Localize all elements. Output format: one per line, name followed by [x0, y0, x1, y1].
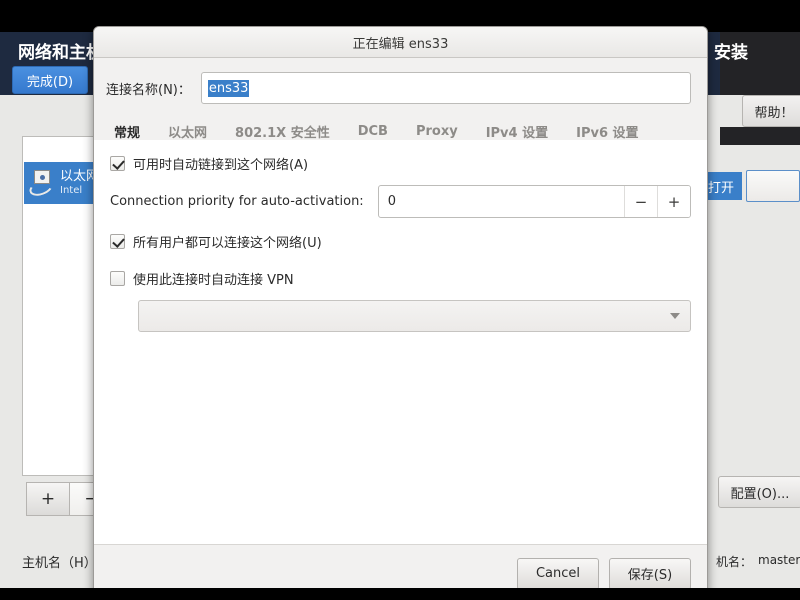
background-window-title: 网络和主机 — [18, 43, 103, 63]
connection-priority-row: Connection priority for auto-activation:… — [110, 185, 691, 218]
current-hostname-value: master — [758, 553, 800, 567]
dialog-titlebar: 正在编辑 ens33 — [94, 27, 707, 58]
connection-priority-value[interactable]: 0 — [379, 186, 624, 217]
connection-name-input[interactable]: ens33 — [200, 72, 691, 104]
screen: 网络和主机 完成(D) 安装 帮助！ 打开 以太网 Intel + − 主机名（… — [0, 0, 800, 600]
general-tab-panel: 可用时自动链接到这个网络(A) Connection priority for … — [94, 140, 707, 544]
vpn-label: 使用此连接时自动连接 VPN — [133, 273, 294, 288]
chevron-down-icon — [670, 313, 680, 319]
connection-priority-stepper[interactable]: 0 − + — [377, 185, 691, 218]
screen-bottom-bar — [0, 588, 800, 600]
background-window-title-right: 安装 — [714, 43, 748, 63]
vpn-checkbox[interactable] — [110, 271, 125, 286]
all-users-label: 所有用户都可以连接这个网络(U) — [133, 236, 322, 251]
autoconnect-checkbox[interactable] — [110, 156, 125, 171]
cancel-button[interactable]: Cancel — [517, 557, 599, 590]
save-button[interactable]: 保存(S) — [609, 557, 691, 590]
list-item[interactable]: 以太网 Intel — [24, 162, 102, 204]
all-users-row[interactable]: 所有用户都可以连接这个网络(U) — [110, 232, 691, 251]
connection-name-value: ens33 — [207, 79, 250, 97]
connection-name-row: 连接名称(N)： ens33 — [94, 58, 707, 114]
ethernet-icon — [27, 169, 56, 199]
all-users-checkbox[interactable] — [110, 234, 125, 249]
autoconnect-label: 可用时自动链接到这个网络(A) — [133, 158, 309, 173]
header-accent-strip — [720, 127, 800, 145]
current-hostname-label: 机名： — [716, 555, 753, 569]
edit-connection-dialog: 正在编辑 ens33 连接名称(N)： ens33 常规 以太网 802.1X … — [93, 26, 708, 600]
dialog-title: 正在编辑 ens33 — [352, 36, 449, 52]
autoconnect-row[interactable]: 可用时自动链接到这个网络(A) — [110, 154, 691, 173]
vpn-select[interactable] — [138, 300, 691, 332]
vpn-row[interactable]: 使用此连接时自动连接 VPN — [110, 269, 691, 288]
configure-button[interactable]: 配置(O)... — [718, 476, 800, 508]
priority-decrement-button[interactable]: − — [624, 186, 657, 217]
help-button[interactable]: 帮助！ — [742, 95, 800, 127]
priority-increment-button[interactable]: + — [657, 186, 690, 217]
dialog-body: 连接名称(N)： ens33 常规 以太网 802.1X 安全性 DCB Pro… — [94, 58, 707, 544]
add-connection-button[interactable]: + — [26, 482, 70, 516]
done-button[interactable]: 完成(D) — [12, 66, 88, 94]
open-entry-box[interactable] — [746, 170, 800, 202]
device-list-panel[interactable]: 以太网 Intel — [22, 136, 102, 476]
hostname-label: 主机名（H） — [22, 556, 97, 571]
connection-priority-label: Connection priority for auto-activation: — [110, 194, 364, 209]
connection-name-label: 连接名称(N)： — [106, 82, 191, 98]
